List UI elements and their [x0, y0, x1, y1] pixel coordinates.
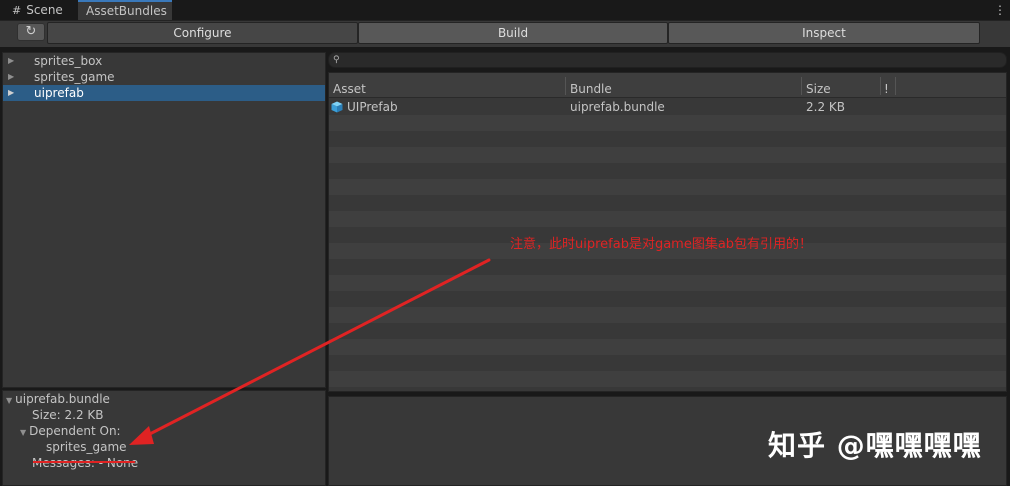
watermark: 知乎 @嘿嘿嘿嘿	[768, 429, 982, 462]
annotation-arrow	[129, 258, 491, 445]
annotation-text: 注意，此时uiprefab是对game图集ab包有引用的！	[510, 237, 813, 252]
